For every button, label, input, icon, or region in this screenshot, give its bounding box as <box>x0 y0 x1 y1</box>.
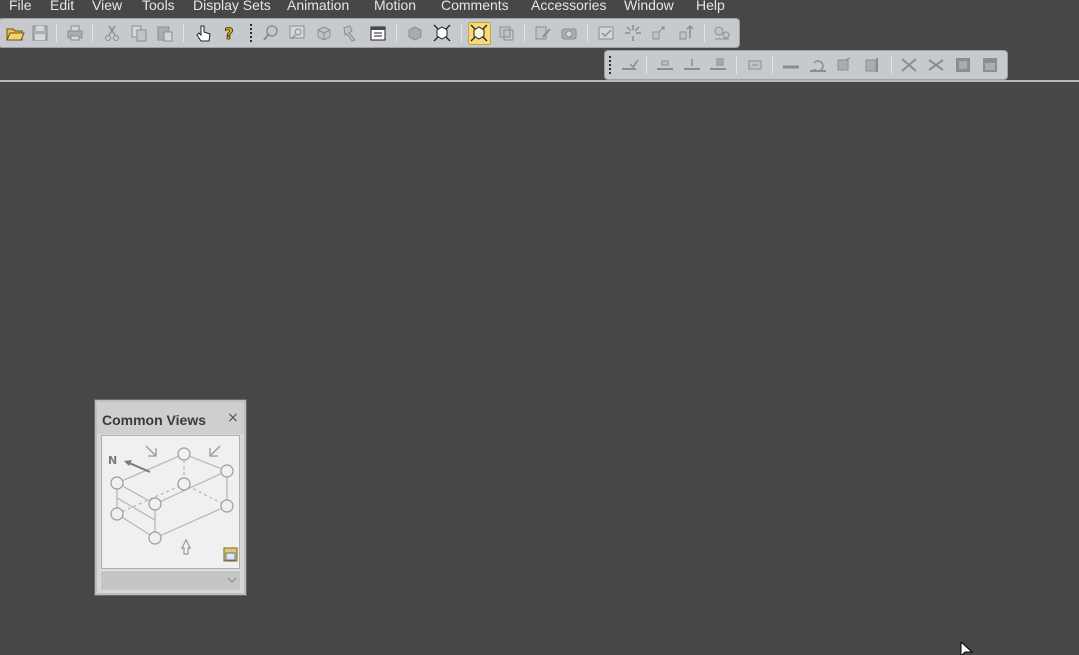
toolbar-grip[interactable] <box>250 24 253 44</box>
menu-file[interactable]: File <box>9 0 32 14</box>
view-node-bottom-right[interactable] <box>220 499 234 513</box>
camera-icon[interactable] <box>559 23 579 43</box>
dimension-toolbar <box>604 50 1008 80</box>
shaded-view-icon[interactable] <box>405 23 425 43</box>
view-node-top-back[interactable] <box>177 447 191 461</box>
view-cube-diagram[interactable]: N <box>101 435 240 569</box>
north-label: N <box>108 454 117 467</box>
toolbar-separator <box>704 24 705 42</box>
toolbar-separator <box>772 56 773 74</box>
chevron-down-icon[interactable] <box>227 573 237 587</box>
help-icon[interactable]: ? <box>219 23 239 43</box>
view-node-bottom-front[interactable] <box>148 531 162 545</box>
north-arrow-icon <box>126 461 151 473</box>
print-icon[interactable] <box>65 23 85 43</box>
arrow-down-right-icon[interactable] <box>145 445 157 457</box>
pointer-hand-icon[interactable] <box>193 23 213 43</box>
view-node-top-left[interactable] <box>110 476 124 490</box>
view-node-top-front[interactable] <box>148 497 162 511</box>
menu-display-sets[interactable]: Display Sets <box>193 0 271 14</box>
menu-accessories[interactable]: Accessories <box>531 0 606 14</box>
block-b-icon[interactable] <box>980 55 1000 75</box>
view-node-bottom-left[interactable] <box>110 507 124 521</box>
view-node-top-right[interactable] <box>220 464 234 478</box>
menu-help[interactable]: Help <box>696 0 725 14</box>
properties-icon[interactable] <box>368 23 388 43</box>
view-options-icon[interactable] <box>223 547 238 562</box>
move-part-icon[interactable] <box>676 23 696 43</box>
measure-check-icon[interactable] <box>620 55 640 75</box>
transform-icon[interactable] <box>649 23 669 43</box>
scissors-b-icon[interactable] <box>926 55 946 75</box>
menu-motion[interactable]: Motion <box>374 0 416 14</box>
menu-window[interactable]: Window <box>624 0 674 14</box>
menu-tools[interactable]: Tools <box>142 0 175 14</box>
common-views-panel: Common Views × N <box>95 400 246 595</box>
menu-bar: File Edit View Tools Display Sets Animat… <box>0 0 1079 18</box>
common-views-header[interactable]: Common Views × <box>97 402 244 434</box>
arrow-down-left-icon[interactable] <box>209 445 221 457</box>
menu-comments[interactable]: Comments <box>441 0 509 14</box>
settings-icon[interactable] <box>712 23 732 43</box>
main-toolbar: ? <box>0 18 740 48</box>
fit-all-icon[interactable] <box>432 23 452 43</box>
menu-animation[interactable]: Animation <box>287 0 349 14</box>
copy-icon[interactable] <box>129 23 149 43</box>
rotate-view-icon[interactable] <box>314 23 334 43</box>
toolbar-separator <box>56 24 57 42</box>
toolbar-separator <box>92 24 93 42</box>
toolbar-separator <box>524 24 525 42</box>
toolbar-separator <box>736 56 737 74</box>
toolbar-separator <box>587 24 588 42</box>
scissors-a-icon[interactable] <box>899 55 919 75</box>
line-icon[interactable] <box>781 55 801 75</box>
toolbar-separator <box>461 24 462 42</box>
check-icon[interactable] <box>596 23 616 43</box>
measure-icon[interactable] <box>341 23 361 43</box>
markup-icon[interactable] <box>533 23 553 43</box>
explode-icon[interactable] <box>623 23 643 43</box>
close-icon[interactable]: × <box>227 411 239 425</box>
common-views-footer <box>101 570 240 590</box>
dimension-b-icon[interactable] <box>682 55 702 75</box>
toolbar-separator <box>396 24 397 42</box>
mouse-cursor-icon <box>960 642 974 655</box>
dimension-c-icon[interactable] <box>708 55 728 75</box>
toolbar-separator <box>183 24 184 42</box>
toolbar-separator <box>646 56 647 74</box>
zoom-window-icon[interactable] <box>287 23 307 43</box>
undo-dimension-icon[interactable] <box>808 55 828 75</box>
annotation-icon[interactable] <box>745 55 765 75</box>
surface-icon[interactable] <box>835 55 855 75</box>
svg-text:?: ? <box>224 24 233 43</box>
toolbar-divider <box>0 80 1079 82</box>
sectioning-icon[interactable] <box>496 23 516 43</box>
edge-icon[interactable] <box>862 55 882 75</box>
save-icon[interactable] <box>30 23 50 43</box>
menu-edit[interactable]: Edit <box>50 0 74 14</box>
selection-box-icon[interactable] <box>468 22 491 45</box>
toolbar-separator <box>891 56 892 74</box>
cut-icon[interactable] <box>102 23 122 43</box>
toolbar-grip[interactable] <box>609 56 612 76</box>
block-a-icon[interactable] <box>953 55 973 75</box>
common-views-title: Common Views <box>102 412 206 428</box>
paste-icon[interactable] <box>155 23 175 43</box>
open-folder-icon[interactable] <box>5 23 25 43</box>
menu-view[interactable]: View <box>92 0 122 14</box>
zoom-icon[interactable] <box>261 23 281 43</box>
dimension-a-icon[interactable] <box>655 55 675 75</box>
view-node-top-center[interactable] <box>177 477 191 491</box>
